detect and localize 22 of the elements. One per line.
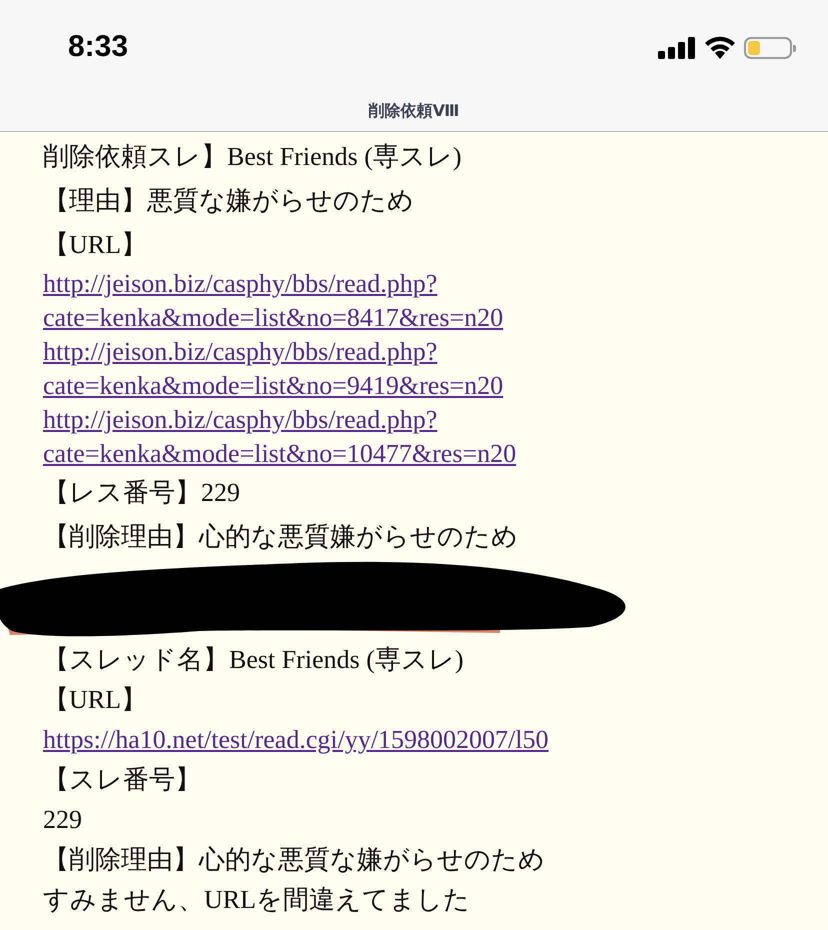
text-line: 【レス番号】229 [43, 477, 241, 509]
wifi-icon [704, 36, 736, 59]
text-line: 【URL】 [43, 684, 148, 716]
text-line: すみません、URLを間違えてました [43, 884, 471, 916]
url-link[interactable]: http://jeison.biz/casphy/bbs/read.php? [43, 267, 438, 301]
text-line: 【理由】悪質な嫌がらせのため [43, 185, 415, 217]
page-title: 削除依頼Ⅷ [368, 102, 460, 122]
signal-icon [658, 36, 696, 58]
clock-time: 8:33 [68, 30, 128, 64]
url-link[interactable]: cate=kenka&mode=list&no=9419&res=n20 [43, 369, 504, 403]
text-line: 【スレ番号】 [43, 764, 202, 796]
url-link[interactable]: http://jeison.biz/casphy/bbs/read.php? [43, 335, 438, 369]
text-line: 【削除理由】心的な悪質な嫌がらせのため [43, 844, 546, 876]
url-link[interactable]: https://ha10.net/test/read.cgi/yy/1598002007/l50 [43, 720, 548, 760]
url-link[interactable]: cate=kenka&mode=list&no=8417&res=n20 [43, 301, 504, 335]
url-link[interactable]: http://jeison.biz/casphy/bbs/read.php? [43, 403, 438, 437]
text-line: 【スレッド名】Best Friends (専スレ) [43, 644, 465, 676]
text-line: 【削除理由】心的な悪質嫌がらせのため [43, 521, 519, 553]
url-link[interactable]: cate=kenka&mode=list&no=10477&res=n20 [43, 437, 516, 471]
text-line: 削除依頼スレ】Best Friends (専スレ) [43, 141, 463, 173]
text-line: 229 [43, 804, 83, 836]
text-line: 【URL】 [43, 229, 148, 261]
